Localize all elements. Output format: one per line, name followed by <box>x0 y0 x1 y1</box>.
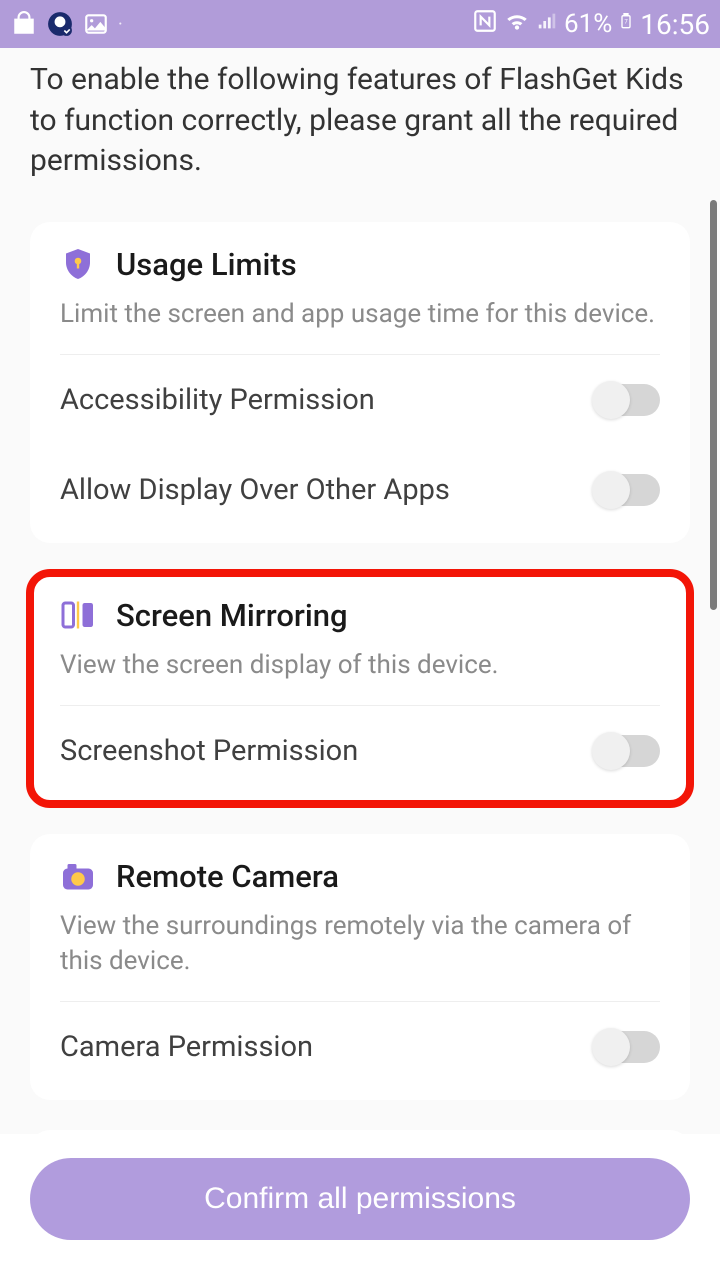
image-icon <box>82 10 110 38</box>
card-description: Limit the screen and app usage time for … <box>60 297 660 355</box>
toggle-accessibility[interactable] <box>594 384 660 416</box>
card-header: Usage Limits <box>60 246 660 283</box>
nfc-icon <box>472 8 498 40</box>
wifi-icon <box>504 8 530 40</box>
footer: Confirm all permissions <box>0 1134 720 1280</box>
permission-row-screenshot[interactable]: Screenshot Permission <box>60 706 660 796</box>
card-title: Screen Mirroring <box>116 597 348 634</box>
camera-icon <box>60 858 96 894</box>
card-header: Screen Mirroring <box>60 597 660 634</box>
permission-label: Accessibility Permission <box>60 383 375 417</box>
mirror-icon <box>60 597 96 633</box>
svg-text:7: 7 <box>625 19 629 26</box>
app-notification-icon <box>46 10 74 38</box>
card-description: View the screen display of this device. <box>60 648 660 706</box>
intro-text: To enable the following features of Flas… <box>0 48 720 222</box>
toggle-screenshot[interactable] <box>594 735 660 767</box>
permission-label: Screenshot Permission <box>60 734 358 768</box>
more-notifications-dot: · <box>118 14 123 35</box>
status-left-icons: · <box>10 10 123 38</box>
card-description: View the surroundings remotely via the c… <box>60 909 660 1002</box>
shield-icon <box>60 246 96 282</box>
battery-percent: 61% <box>564 9 612 39</box>
permission-row-accessibility[interactable]: Accessibility Permission <box>60 355 660 445</box>
card-usage-limits: Usage Limits Limit the screen and app us… <box>30 222 690 543</box>
permission-row-camera[interactable]: Camera Permission <box>60 1002 660 1092</box>
battery-icon: 7 <box>618 8 634 40</box>
toggle-display-over[interactable] <box>594 474 660 506</box>
status-right: 61% 7 16:56 <box>472 8 710 41</box>
toggle-camera[interactable] <box>594 1031 660 1063</box>
card-header: Remote Camera <box>60 858 660 895</box>
scrollbar-thumb[interactable] <box>710 200 717 610</box>
signal-icon <box>536 10 558 38</box>
card-title: Usage Limits <box>116 246 297 283</box>
permission-label: Allow Display Over Other Apps <box>60 473 450 507</box>
bag-icon <box>10 10 38 38</box>
confirm-all-button[interactable]: Confirm all permissions <box>30 1158 690 1240</box>
status-bar: · 61% 7 16:56 <box>0 0 720 48</box>
card-title: Remote Camera <box>116 858 339 895</box>
card-remote-camera: Remote Camera View the surroundings remo… <box>30 834 690 1100</box>
card-screen-mirroring: Screen Mirroring View the screen display… <box>30 573 690 804</box>
clock-time: 16:56 <box>640 8 710 41</box>
permission-row-display-over[interactable]: Allow Display Over Other Apps <box>60 445 660 535</box>
permission-label: Camera Permission <box>60 1030 313 1064</box>
